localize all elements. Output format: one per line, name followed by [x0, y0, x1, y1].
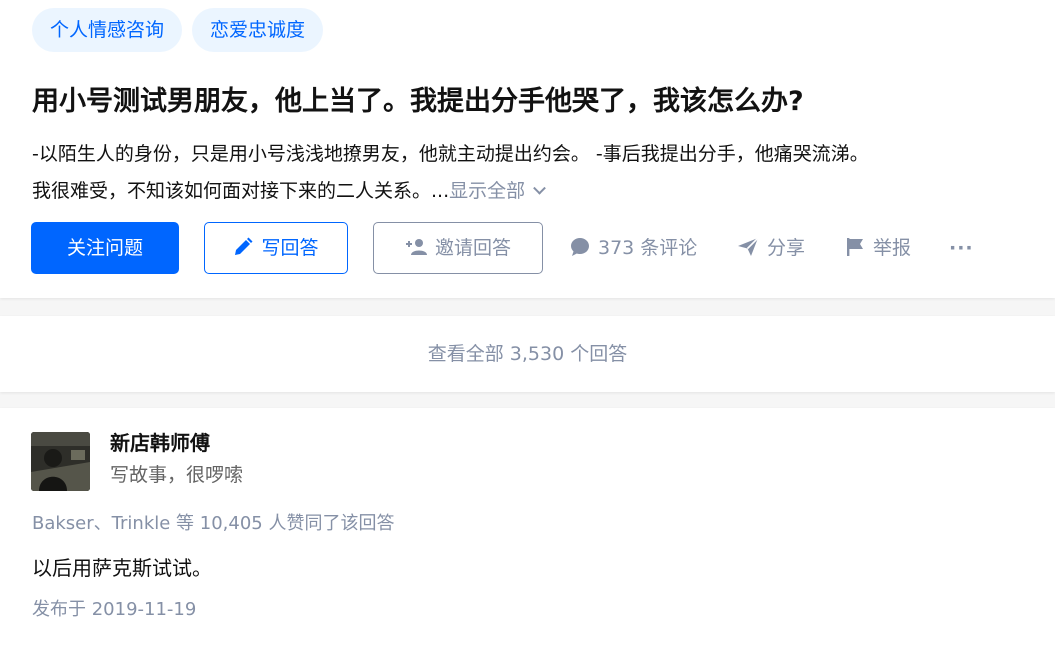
question-detail-line: -以陌生人的身份，只是用小号浅浅地撩男友，他就主动提出约会。 -事后我提出分手，… — [32, 143, 869, 165]
flag-icon — [847, 237, 863, 256]
write-answer-button[interactable]: 写回答 — [204, 222, 348, 274]
add-user-icon — [405, 238, 427, 255]
answer-card: 新店韩师傅 写故事，很啰嗦 Bakser、Trinkle 等 10,405 人赞… — [0, 408, 1055, 648]
write-answer-label: 写回答 — [261, 237, 319, 259]
report-button[interactable]: 举报 — [845, 222, 911, 274]
follow-question-button[interactable]: 关注问题 — [31, 222, 179, 274]
share-label: 分享 — [767, 237, 806, 259]
question-detail-text: 我很难受，不知该如何面对接下来的二人关系。... — [32, 180, 450, 202]
question-title[interactable]: 用小号测试男朋友，他上当了。我提出分手他哭了，我该怎么办? — [32, 80, 1042, 124]
invite-answer-label: 邀请回答 — [434, 237, 511, 259]
invite-answer-button[interactable]: 邀请回答 — [373, 222, 543, 274]
report-label: 举报 — [873, 237, 912, 259]
author-bio: 写故事，很啰嗦 — [110, 464, 244, 486]
comment-icon — [571, 237, 589, 256]
pencil-icon — [235, 237, 253, 255]
view-all-answers-label: 查看全部 3,530 个回答 — [427, 343, 628, 365]
question-card: 个人情感咨询 恋爱忠诚度 用小号测试男朋友，他上当了。我提出分手他哭了，我该怎么… — [0, 0, 1055, 298]
avatar[interactable] — [31, 432, 90, 491]
show-all-link[interactable]: 显示全部 — [449, 180, 547, 202]
publish-date[interactable]: 发布于 2019-11-19 — [32, 595, 196, 625]
comments-button[interactable]: 373 条评论 — [570, 222, 697, 274]
share-icon — [738, 236, 759, 256]
show-all-label: 显示全部 — [449, 180, 526, 202]
topic-tag[interactable]: 个人情感咨询 — [32, 8, 183, 52]
chevron-down-icon — [533, 181, 547, 195]
avatar-image — [31, 432, 90, 491]
follow-question-label: 关注问题 — [66, 237, 143, 259]
topic-tags: 个人情感咨询 恋爱忠诚度 — [32, 8, 324, 52]
author-name[interactable]: 新店韩师傅 — [110, 428, 210, 458]
question-detail: -以陌生人的身份，只是用小号浅浅地撩男友，他就主动提出约会。 -事后我提出分手，… — [32, 136, 1048, 210]
question-actions: 关注问题 写回答 邀请回答 373 条评论 分享 举报 ··· — [31, 222, 1031, 274]
voters-summary[interactable]: Bakser、Trinkle 等 10,405 人赞同了该回答 — [32, 509, 394, 539]
topic-tag[interactable]: 恋爱忠诚度 — [192, 8, 324, 52]
view-all-answers-button[interactable]: 查看全部 3,530 个回答 — [0, 316, 1055, 392]
answer-content: 以后用萨克斯试试。 — [32, 556, 212, 580]
question-detail-line-2: 我很难受，不知该如何面对接下来的二人关系。...显示全部 — [32, 173, 1048, 210]
comments-count: 373 条评论 — [598, 237, 698, 259]
share-button[interactable]: 分享 — [737, 222, 805, 274]
more-options-button[interactable]: ··· — [949, 222, 974, 274]
